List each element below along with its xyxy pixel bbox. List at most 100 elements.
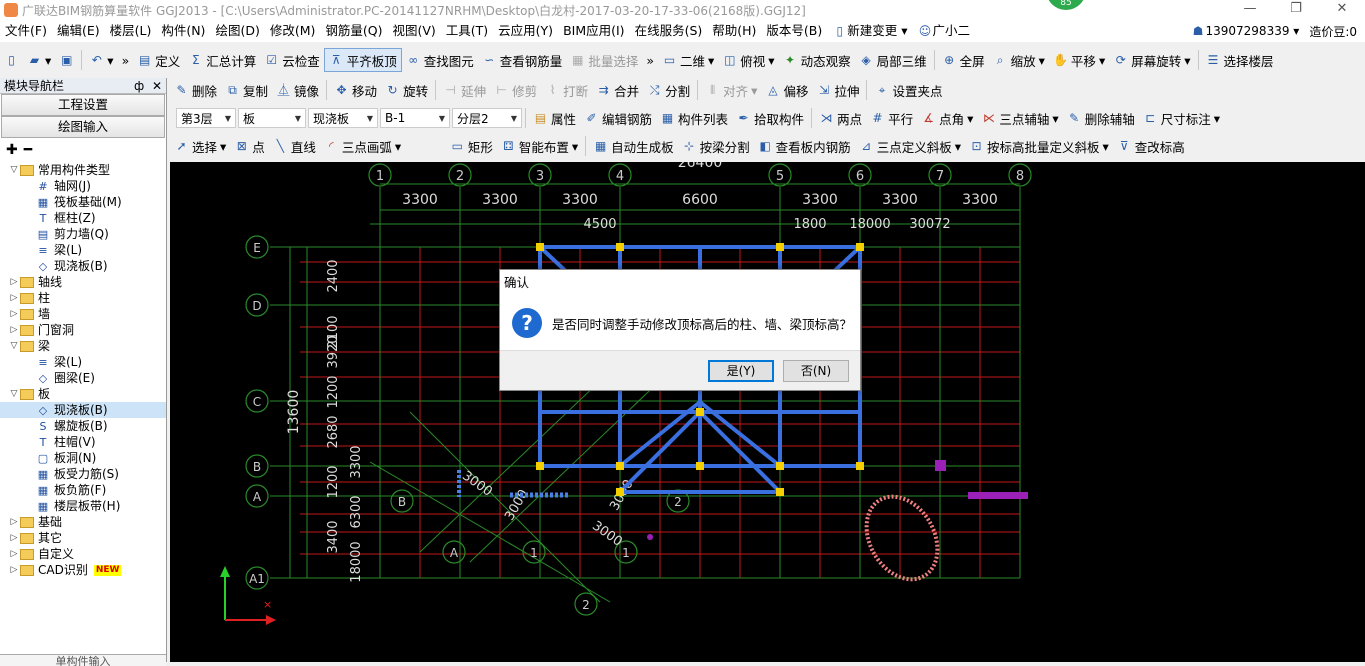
tree-item[interactable]: ◇ 现浇板(B) xyxy=(0,402,166,418)
more-button[interactable]: » xyxy=(118,48,134,72)
tree-item[interactable]: ≡ 梁(L) xyxy=(0,354,166,370)
select-button[interactable]: ➚ 选择 ▾ xyxy=(170,134,230,158)
menu-edit[interactable]: 编辑(E) xyxy=(52,20,105,42)
menu-version[interactable]: 版本号(B) xyxy=(761,20,827,42)
type-select[interactable]: 板 ▼ xyxy=(238,108,306,128)
cloud-check-button[interactable]: ☑ 云检查 xyxy=(260,48,324,72)
tree-item[interactable]: ▦ 楼层板带(H) xyxy=(0,498,166,514)
tree-item[interactable]: ▢ 板洞(N) xyxy=(0,450,166,466)
cost-bean[interactable]: 造价豆:0 xyxy=(1309,23,1357,40)
batch-slope-button[interactable]: ⊡ 按标高批量定义斜板 ▾ xyxy=(965,134,1113,158)
menu-file[interactable]: 文件(F) xyxy=(0,20,52,42)
yes-button[interactable]: 是(Y) xyxy=(708,359,774,382)
menu-rebar[interactable]: 钢筋量(Q) xyxy=(320,20,387,42)
tree-item[interactable]: ▽ 常用构件类型 xyxy=(0,162,166,178)
tree-item[interactable]: S 螺旋板(B) xyxy=(0,418,166,434)
define-button[interactable]: ▤ 定义 xyxy=(133,48,184,72)
three-point-axis-button[interactable]: ⋉ 三点辅轴 ▾ xyxy=(977,106,1062,130)
batch-select-button[interactable]: ▦ 批量选择 xyxy=(566,48,642,72)
align-button[interactable]: ⫴ 对齐 ▾ xyxy=(701,78,761,102)
point-angle-button[interactable]: ∡ 点角 ▾ xyxy=(917,106,977,130)
menu-online[interactable]: 在线服务(S) xyxy=(630,20,708,42)
save-button[interactable]: ▣ xyxy=(55,48,78,72)
tree-item[interactable]: ▦ 筏板基础(M) xyxy=(0,194,166,210)
tree-item[interactable]: ▦ 板负筋(F) xyxy=(0,482,166,498)
menu-tools[interactable]: 工具(T) xyxy=(441,20,493,42)
expand-icon[interactable]: ▷ xyxy=(8,274,20,290)
expand-icon[interactable]: ▷ xyxy=(8,290,20,306)
collapse-icon[interactable]: ▽ xyxy=(8,338,20,354)
collapse-icon[interactable]: ▽ xyxy=(8,386,20,402)
dynamic-view-button[interactable]: ✦ 动态观察 xyxy=(779,48,855,72)
tree-item[interactable]: ▽ 板 xyxy=(0,386,166,402)
undo-button[interactable]: ↶ ▾ xyxy=(85,48,117,72)
menu-assistant[interactable]: ☺广小二 xyxy=(913,20,976,42)
expand-icon[interactable]: ▷ xyxy=(8,514,20,530)
new-file-button[interactable]: ▯ xyxy=(0,48,23,72)
local-3d-button[interactable]: ◈ 局部三维 xyxy=(855,48,931,72)
tree-item[interactable]: T 框柱(Z) xyxy=(0,210,166,226)
pin-icon[interactable]: ф xyxy=(134,79,144,93)
expand-all-icon[interactable]: ✚ xyxy=(6,142,18,158)
split-button[interactable]: ⤭ 分割 xyxy=(643,78,694,102)
tree-item[interactable]: ◇ 圈梁(E) xyxy=(0,370,166,386)
cad-canvas[interactable]: 1 2 3 4 5 6 7 8 3300 3300 3300 6600 3300 3300 3300 2640… xyxy=(170,162,1365,662)
rect-button[interactable]: ▭ 矩形 xyxy=(446,134,497,158)
tree-item[interactable]: ◇ 现浇板(B) xyxy=(0,258,166,274)
expand-icon[interactable]: ▷ xyxy=(8,306,20,322)
collapse-icon[interactable]: ▽ xyxy=(8,162,20,178)
property-button[interactable]: ▤ 属性 xyxy=(529,106,580,130)
merge-button[interactable]: ⇉ 合并 xyxy=(592,78,643,102)
three-point-arc-button[interactable]: ◜ 三点画弧 ▾ xyxy=(320,134,440,158)
two-point-button[interactable]: ⋊ 两点 xyxy=(815,106,866,130)
tree-item[interactable]: ▷ 柱 xyxy=(0,290,166,306)
tree-item[interactable]: ▦ 板受力筋(S) xyxy=(0,466,166,482)
floor-select[interactable]: 第3层 ▼ xyxy=(176,108,236,128)
expand-icon[interactable]: ▷ xyxy=(8,322,20,338)
tree-item[interactable]: ▷ 基础 xyxy=(0,514,166,530)
parallel-button[interactable]: # 平行 xyxy=(866,106,917,130)
align-top-button[interactable]: ⊼ 平齐板顶 xyxy=(323,48,402,72)
close-button[interactable]: ✕ xyxy=(1319,0,1365,20)
menu-cloud[interactable]: 云应用(Y) xyxy=(493,20,558,42)
project-settings-button[interactable]: 工程设置 xyxy=(1,94,165,116)
menu-draw[interactable]: 绘图(D) xyxy=(210,20,264,42)
menu-bim[interactable]: BIM应用(I) xyxy=(558,20,630,42)
move-button[interactable]: ✥ 移动 xyxy=(330,78,381,102)
view-elevation-button[interactable]: ⊽ 查改标高 xyxy=(1113,134,1189,158)
tree-item[interactable]: ▤ 剪力墙(Q) xyxy=(0,226,166,242)
menu-help[interactable]: 帮助(H) xyxy=(707,20,761,42)
tree-item[interactable]: # 轴网(J) xyxy=(0,178,166,194)
more-button-2[interactable]: » xyxy=(642,48,658,72)
rotate-button[interactable]: ↻ 旋转 xyxy=(381,78,432,102)
tree-item[interactable]: ▽ 梁 xyxy=(0,338,166,354)
trim-button[interactable]: ⊢ 修剪 xyxy=(490,78,541,102)
fullscreen-button[interactable]: ⊕ 全屏 xyxy=(938,48,989,72)
expand-icon[interactable]: ▷ xyxy=(8,546,20,562)
nav-close-icon[interactable]: ✕ xyxy=(152,79,162,93)
pick-element-button[interactable]: ✒ 拾取构件 xyxy=(732,106,808,130)
collapse-all-icon[interactable]: ━ xyxy=(24,142,32,158)
zoom-button[interactable]: ⌕ 缩放 ▾ xyxy=(989,48,1049,72)
screen-rotate-button[interactable]: ⟳ 屏幕旋转 ▾ xyxy=(1109,48,1194,72)
tree-item[interactable]: ▷ 自定义 xyxy=(0,546,166,562)
cad-drawing[interactable]: 1 2 3 4 5 6 7 8 3300 3300 3300 6600 3300 3300 3300 2640… xyxy=(170,162,1365,662)
nav-footer[interactable]: 单构件输入 xyxy=(0,654,166,666)
smart-layout-button[interactable]: ⚃ 智能布置 ▾ xyxy=(497,134,582,158)
menu-modify[interactable]: 修改(M) xyxy=(265,20,321,42)
restore-button[interactable]: ❐ xyxy=(1273,0,1319,20)
menu-floor[interactable]: 楼层(L) xyxy=(105,20,157,42)
account-phone[interactable]: ☗ 13907298339 ▾ xyxy=(1190,24,1300,39)
auto-slab-button[interactable]: ▦ 自动生成板 xyxy=(589,134,678,158)
menu-element[interactable]: 构件(N) xyxy=(156,20,210,42)
three-point-slope-button[interactable]: ⊿ 三点定义斜板 ▾ xyxy=(855,134,965,158)
open-file-button[interactable]: ▰ ▾ xyxy=(23,48,55,72)
delete-axis-button[interactable]: ✎ 删除辅轴 xyxy=(1063,106,1139,130)
split-by-beam-button[interactable]: ⊹ 按梁分割 xyxy=(678,134,754,158)
select-floor-button[interactable]: ☰ 选择楼层 xyxy=(1202,48,1278,72)
menu-view[interactable]: 视图(V) xyxy=(387,20,440,42)
dimension-button[interactable]: ⊏ 尺寸标注 ▾ xyxy=(1139,106,1224,130)
minimize-button[interactable]: — xyxy=(1227,0,1273,20)
tree-item[interactable]: ▷ 门窗洞 xyxy=(0,322,166,338)
view-2d-button[interactable]: ▭ 二维 ▾ xyxy=(658,48,718,72)
